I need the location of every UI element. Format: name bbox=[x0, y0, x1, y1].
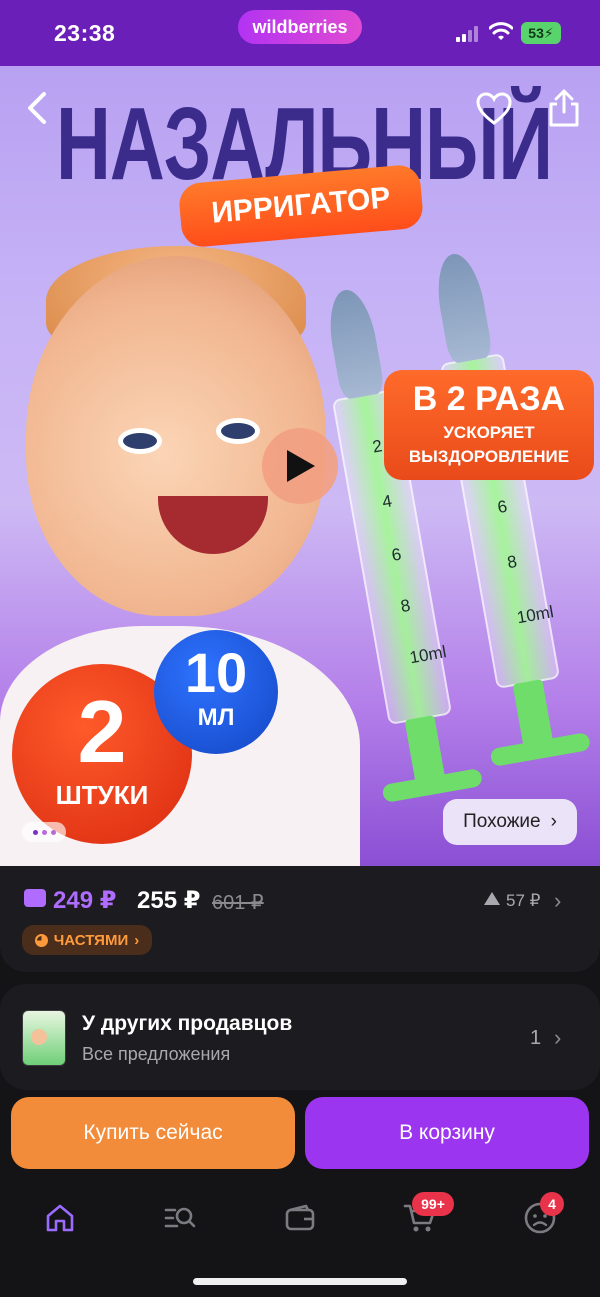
speed-badge-title: В 2 РАЗА bbox=[412, 380, 566, 418]
favorite-heart-icon[interactable] bbox=[476, 92, 512, 126]
home-icon bbox=[46, 1204, 74, 1232]
baby-eye-left bbox=[118, 428, 162, 454]
syringe-mark: 6 bbox=[390, 544, 403, 565]
price-up-triangle-icon bbox=[484, 892, 500, 905]
old-price: 601 ₽ bbox=[212, 892, 264, 914]
pie-chart-icon bbox=[34, 933, 48, 947]
syringe-mark: 6 bbox=[496, 496, 509, 518]
syringe-mark: 10ml bbox=[515, 602, 556, 628]
current-price: 255 ₽ bbox=[137, 887, 201, 914]
wifi-icon bbox=[489, 22, 513, 40]
wallet-icon bbox=[285, 1204, 315, 1231]
status-bar: 23:38 wildberries 53 ⚡ bbox=[0, 0, 600, 66]
buy-now-button[interactable]: Купить сейчас bbox=[11, 1097, 295, 1169]
tab-home[interactable] bbox=[40, 1198, 80, 1238]
price-delta: 57 ₽ bbox=[506, 891, 541, 910]
wallet-price: 249 ₽ bbox=[53, 887, 117, 914]
syringe-mark: 4 bbox=[380, 491, 394, 512]
other-sellers-card[interactable]: У других продавцов Все предложения 1 › bbox=[0, 984, 600, 1090]
speed-badge-line2: ВЫЗДОРОВЛЕНИЕ bbox=[408, 447, 570, 466]
installments-label: ЧАСТЯМИ bbox=[53, 931, 129, 949]
wallet-icon bbox=[24, 889, 46, 907]
chevron-right-icon: › bbox=[550, 811, 557, 832]
brand-logo: wildberries bbox=[238, 10, 362, 44]
chevron-right-icon: › bbox=[134, 931, 140, 949]
seller-product-thumbnail bbox=[22, 1010, 66, 1066]
syringe-mark: 8 bbox=[505, 551, 519, 573]
tab-wallet[interactable] bbox=[280, 1198, 320, 1238]
speed-badge-line1: УСКОРЯЕТ bbox=[443, 423, 535, 442]
play-video-button[interactable] bbox=[262, 428, 338, 504]
baby-eye-right bbox=[216, 418, 260, 444]
other-sellers-title: У других продавцов bbox=[82, 1012, 293, 1035]
installments-button[interactable]: ЧАСТЯМИ › bbox=[22, 925, 152, 955]
syringe-mark: 10ml bbox=[408, 642, 448, 668]
volume-badge: 10 МЛ bbox=[154, 630, 278, 754]
syringe-tip bbox=[431, 250, 494, 365]
add-to-cart-button[interactable]: В корзину bbox=[305, 1097, 589, 1169]
battery-level: 53 bbox=[528, 25, 544, 41]
syringe-plunger bbox=[404, 715, 446, 784]
speed-badge: В 2 РАЗА УСКОРЯЕТ ВЫЗДОРОВЛЕНИЕ bbox=[384, 370, 594, 480]
battery-icon: 53 ⚡ bbox=[521, 22, 561, 44]
product-image-carousel[interactable]: НАЗАЛЬНЫЙ ИРРИГАТОР 6 8 10ml 2 4 6 8 10m… bbox=[0, 66, 600, 866]
status-time: 23:38 bbox=[54, 20, 116, 46]
share-icon[interactable] bbox=[546, 88, 582, 128]
chevron-right-icon[interactable]: › bbox=[554, 888, 561, 914]
similar-label: Похожие bbox=[463, 811, 541, 832]
cellular-signal-icon bbox=[456, 26, 482, 42]
profile-notification-badge: 4 bbox=[540, 1192, 564, 1216]
cart-count-badge: 99+ bbox=[412, 1192, 454, 1216]
similar-products-button[interactable]: Похожие › bbox=[443, 799, 577, 845]
volume-badge-number: 10 bbox=[184, 641, 248, 704]
catalog-search-icon bbox=[164, 1207, 196, 1228]
syringe-mark: 8 bbox=[399, 595, 412, 617]
carousel-page-indicator bbox=[22, 822, 66, 842]
play-icon bbox=[287, 450, 315, 482]
all-offers-label: Все предложения bbox=[82, 1044, 231, 1064]
chevron-right-icon: › bbox=[554, 1025, 562, 1050]
volume-badge-unit: МЛ bbox=[197, 704, 235, 731]
offers-count: 1 bbox=[530, 1027, 542, 1049]
tab-catalog[interactable] bbox=[160, 1198, 200, 1238]
syringe-plunger bbox=[512, 679, 554, 748]
home-indicator bbox=[193, 1278, 407, 1285]
back-button[interactable] bbox=[20, 90, 56, 126]
syringe-mark: 2 bbox=[370, 436, 384, 457]
count-badge-unit: ШТУКИ bbox=[55, 780, 149, 810]
price-card[interactable]: 249 ₽ 255 ₽ 601 ₽ 57 ₽ › ЧАСТЯМИ › bbox=[0, 866, 600, 972]
syringe-tip bbox=[323, 286, 386, 401]
